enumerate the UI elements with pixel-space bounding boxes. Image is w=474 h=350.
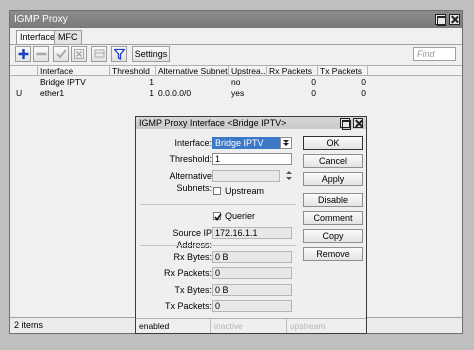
check-icon (56, 49, 67, 59)
dropdown-arrow-icon (283, 140, 289, 146)
interface-label: Interface: (174, 138, 212, 148)
column-upstream[interactable]: Upstrea... (229, 66, 267, 76)
copy-button[interactable]: Copy (303, 229, 363, 243)
tab-mfc[interactable]: MFC (54, 30, 82, 44)
ok-button[interactable]: OK (303, 136, 363, 150)
row-threshold: 1 (149, 88, 154, 98)
filter-button[interactable] (111, 46, 127, 62)
item-count: 2 items (14, 320, 44, 330)
dialog-maximize-icon[interactable] (340, 118, 351, 130)
comment-icon (94, 49, 105, 58)
column-tx-packets[interactable]: Tx Packets (318, 66, 368, 76)
filter-icon (114, 48, 125, 60)
comment-button[interactable] (91, 46, 107, 62)
threshold-label: Threshold: (169, 154, 212, 164)
tx-bytes-value: 0 B (212, 284, 292, 296)
row-rx-packets: 0 (311, 77, 316, 87)
subnets-arrows-icon[interactable] (284, 170, 294, 182)
tx-bytes-label: Tx Bytes: (174, 285, 212, 295)
upstream-checkbox-label: Upstream (225, 186, 265, 196)
dialog-status-enabled: enabled (139, 321, 170, 331)
column-flag[interactable] (10, 66, 38, 76)
row-tx-packets: 0 (361, 77, 366, 87)
threshold-input[interactable]: 1 (212, 153, 292, 165)
row-interface: Bridge IPTV (40, 77, 86, 87)
checkmark-icon (214, 213, 222, 221)
interface-dropdown-button[interactable] (280, 137, 292, 149)
row-rx-packets: 0 (311, 88, 316, 98)
row-flag (14, 77, 38, 87)
table-row[interactable]: Bridge IPTV 1 no 0 0 (10, 77, 462, 87)
disable-button[interactable]: Disable (303, 193, 363, 207)
disable-button[interactable] (71, 46, 87, 62)
tab-interface[interactable]: Interface (16, 30, 60, 44)
table-row[interactable]: U ether1 1 0.0.0.0/0 yes 0 0 (10, 88, 462, 98)
enable-button[interactable] (53, 46, 69, 62)
comment-button[interactable]: Comment (303, 211, 363, 225)
updown-arrows-icon (286, 171, 292, 180)
disable-x-icon (74, 49, 84, 59)
tab-divider (10, 44, 462, 45)
separator (140, 204, 296, 205)
row-interface: ether1 (40, 88, 65, 98)
rx-bytes-value: 0 B (212, 251, 292, 263)
column-rx-packets[interactable]: Rx Packets (267, 66, 318, 76)
separator (140, 245, 296, 246)
find-input[interactable]: Find (413, 47, 456, 61)
remove-button[interactable] (33, 46, 49, 62)
column-threshold[interactable]: Threshold (110, 66, 156, 76)
table-header: Interface Threshold Alternative Subnets … (10, 65, 462, 76)
column-interface[interactable]: Interface (38, 66, 110, 76)
alternative-subnets-input[interactable] (212, 170, 280, 182)
source-ip-value: 172.16.1.1 (212, 227, 292, 239)
tx-packets-value: 0 (212, 300, 292, 312)
tx-packets-label: Tx Packets: (164, 301, 212, 311)
column-alternative-subnets[interactable]: Alternative Subnets (156, 66, 229, 76)
querier-checkbox[interactable] (213, 212, 222, 221)
rx-bytes-label: Rx Bytes: (173, 252, 212, 262)
window-title-bar[interactable]: IGMP Proxy (10, 11, 462, 28)
close-icon[interactable] (449, 14, 460, 25)
dialog-status-upstream: upstream (286, 319, 366, 333)
rx-packets-label: Rx Packets: (163, 268, 212, 278)
row-upstream: no (231, 77, 241, 87)
remove-button[interactable]: Remove (303, 247, 363, 261)
source-ip-label: Source IP Address: (172, 228, 212, 250)
row-alt-subnets: 0.0.0.0/0 (158, 88, 192, 98)
alternative-subnets-label: Alternative Subnets: (169, 171, 212, 193)
interface-value: Bridge IPTV (215, 138, 264, 148)
row-alt-subnets (156, 77, 229, 87)
row-tx-packets: 0 (361, 88, 366, 98)
cancel-button[interactable]: Cancel (303, 154, 363, 168)
dialog-close-icon[interactable] (353, 118, 363, 128)
minus-icon (36, 52, 47, 56)
dialog-title-bar[interactable]: IGMP Proxy Interface <Bridge IPTV> (136, 117, 366, 130)
dialog-title: IGMP Proxy Interface <Bridge IPTV> (139, 118, 287, 128)
row-upstream: yes (231, 88, 245, 98)
querier-checkbox-label: Querier (225, 211, 256, 221)
maximize-icon[interactable] (435, 14, 446, 26)
row-flag: U (16, 88, 23, 98)
plus-icon (18, 49, 29, 59)
apply-button[interactable]: Apply (303, 172, 363, 186)
settings-button[interactable]: Settings (132, 46, 170, 62)
window-title: IGMP Proxy (14, 14, 68, 25)
rx-packets-value: 0 (212, 267, 292, 279)
igmp-proxy-interface-dialog: IGMP Proxy Interface <Bridge IPTV> Inter… (135, 116, 367, 334)
upstream-checkbox[interactable] (213, 187, 221, 195)
dialog-status-inactive: inactive (210, 319, 286, 333)
add-button[interactable] (15, 46, 31, 62)
row-threshold: 1 (149, 77, 154, 87)
